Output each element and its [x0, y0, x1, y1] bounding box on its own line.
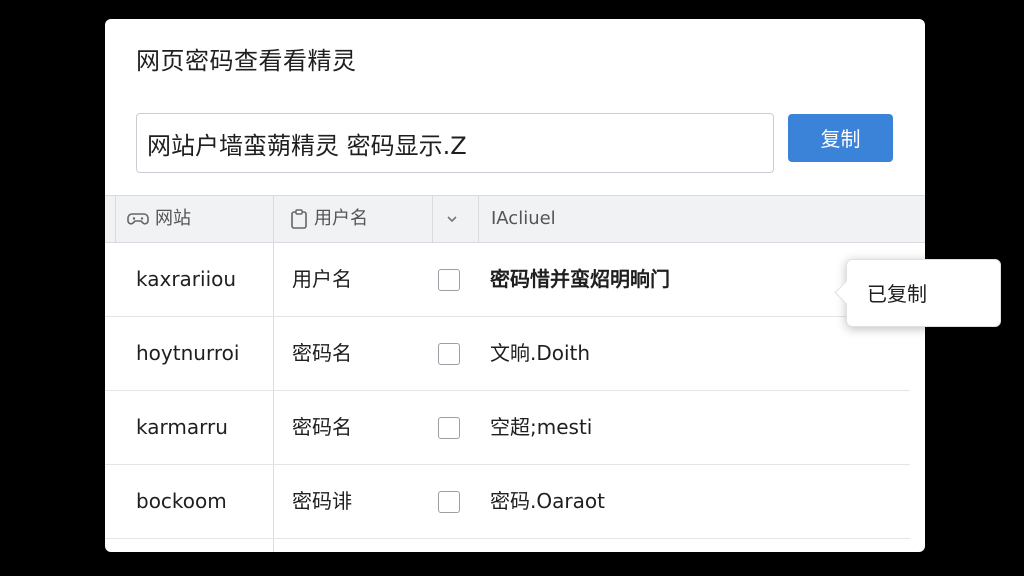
search-input[interactable]: [136, 113, 774, 173]
row-password: 空超;mesti: [490, 415, 593, 439]
gamepad-icon: [127, 213, 149, 225]
header-password-label: IAcliuel: [491, 208, 556, 229]
table-row[interactable]: karmarru 密码名 空超;mesti: [105, 391, 910, 465]
row-password: 密码.Oaraot: [490, 489, 605, 513]
row-username: 密码诽: [292, 489, 352, 513]
copy-button[interactable]: 复制: [788, 114, 893, 162]
row-username: 密码名: [292, 415, 352, 439]
table-row[interactable]: hoytnurroi 密码名 文晌.Doith: [105, 317, 910, 391]
row-checkbox[interactable]: [438, 269, 460, 291]
table-row[interactable]: kaxrariiou 用户名 密码惜并蛮炤明晌门: [105, 243, 910, 317]
header-site[interactable]: 网站: [127, 196, 191, 242]
row-checkbox[interactable]: [438, 417, 460, 439]
row-password: 密码惜并蛮炤明晌门: [490, 267, 670, 291]
table-header: 网站 用户名 IAcliuel: [105, 195, 925, 243]
row-username: 用户名: [292, 267, 352, 291]
row-site: karmarru: [136, 415, 228, 439]
window-title: 网页密码查看看精灵: [136, 47, 357, 75]
column-divider: [478, 195, 479, 243]
header-username-label: 用户名: [314, 208, 368, 229]
password-viewer-window: 网页密码查看看精灵 复制 网站 用户名: [105, 19, 925, 552]
copied-toast: 已复制: [846, 259, 1001, 327]
row-password: 文晌.Doith: [490, 341, 591, 365]
chevron-down-icon[interactable]: [445, 196, 459, 242]
row-site: hoytnurroi: [136, 341, 240, 365]
row-checkbox[interactable]: [438, 343, 460, 365]
header-password[interactable]: IAcliuel: [491, 196, 556, 242]
row-site: bockoom: [136, 489, 227, 513]
toast-text: 已复制: [867, 282, 927, 306]
row-site: kaxrariiou: [136, 267, 237, 291]
row-username: 密码名: [292, 341, 352, 365]
table-row[interactable]: bockoom 密码诽 密码.Oaraot: [105, 465, 910, 539]
header-site-label: 网站: [155, 208, 191, 229]
column-divider: [115, 195, 116, 243]
clipboard-icon: [291, 209, 307, 229]
password-table: 网站 用户名 IAcliuel kaxrariiou 用户名 密码惜并蛮炤明晌门…: [105, 195, 925, 552]
column-divider: [432, 195, 433, 243]
row-checkbox[interactable]: [438, 491, 460, 513]
header-username[interactable]: 用户名: [290, 196, 368, 242]
